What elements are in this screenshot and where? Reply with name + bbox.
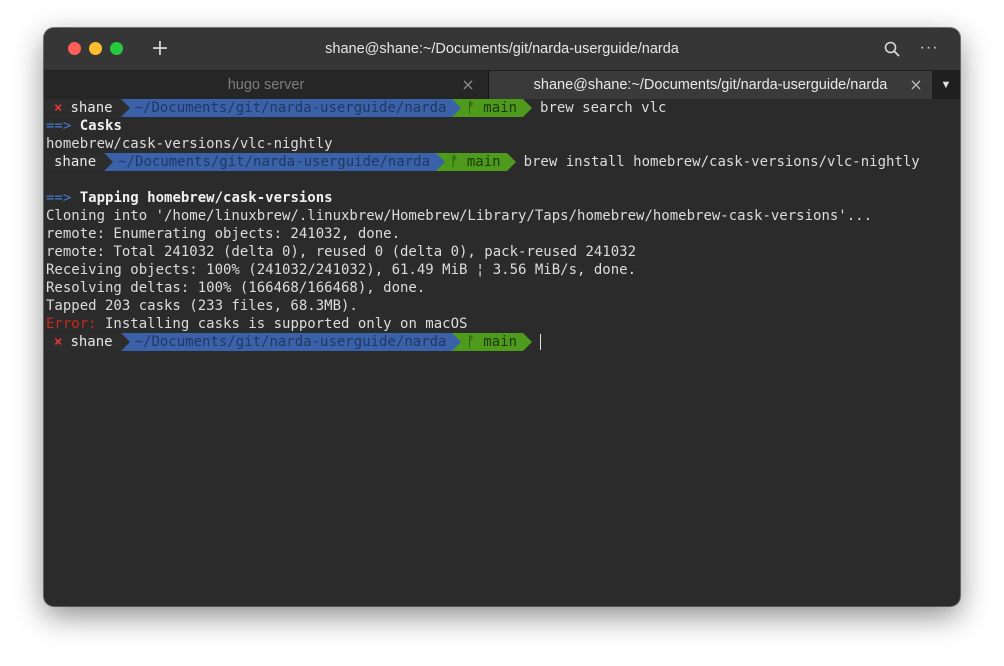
tab-shane-narda[interactable]: shane@shane:~/Documents/git/narda-usergu… <box>489 71 932 99</box>
terminal-window: + shane@shane:~/Documents/git/narda-user… <box>44 28 960 606</box>
search-button[interactable] <box>883 40 901 58</box>
prompt-user: shane <box>70 334 113 350</box>
maximize-window-button[interactable] <box>110 42 123 55</box>
new-tab-button[interactable]: + <box>148 37 172 61</box>
prompt-command: brew search vlc <box>540 100 667 116</box>
tab-hugo-server[interactable]: hugo server × <box>44 71 489 99</box>
prompt-line: shane ~/Documents/git/narda-userguide/na… <box>46 153 958 171</box>
output-line: Resolving deltas: 100% (166468/166468), … <box>46 280 426 296</box>
title-bar: + shane@shane:~/Documents/git/narda-user… <box>44 28 960 71</box>
prompt-user: shane <box>70 100 113 116</box>
error-line: Error: Installing casks is supported onl… <box>46 315 958 333</box>
tab-label: hugo server <box>227 77 305 93</box>
text-cursor <box>540 334 542 350</box>
error-status-icon: × <box>54 100 63 116</box>
close-window-button[interactable] <box>68 42 81 55</box>
minimize-window-button[interactable] <box>89 42 102 55</box>
output-line: remote: Enumerating objects: 241032, don… <box>46 226 401 242</box>
section-heading: Tapping homebrew/cask-versions <box>79 190 333 206</box>
prompt-line: × shane ~/Documents/git/narda-userguide/n… <box>46 333 958 351</box>
menu-button[interactable]: ··· <box>918 38 940 60</box>
prompt-user: shane <box>46 153 105 171</box>
section-arrow: ==> <box>46 190 72 206</box>
prompt-path: ~/Documents/git/narda-userguide/narda <box>120 99 453 117</box>
terminal-output[interactable]: × shane ~/Documents/git/narda-userguide/n… <box>46 99 958 604</box>
tab-close-icon[interactable]: × <box>906 71 926 99</box>
prompt-end-arrow <box>523 333 533 351</box>
section-arrow: ==> <box>46 118 72 134</box>
error-status-icon: × <box>54 334 63 350</box>
error-message: Installing casks is supported only on ma… <box>96 316 468 332</box>
prompt-user-segment: × shane <box>46 333 121 351</box>
search-icon <box>884 41 900 57</box>
prompt-git-branch: ᚠ main <box>452 333 524 351</box>
output-line: Receiving objects: 100% (241032/241032),… <box>46 262 637 278</box>
prompt-git-branch: ᚠ main <box>436 153 507 171</box>
section-heading: Casks <box>79 118 122 134</box>
output-line: remote: Total 241032 (delta 0), reused 0… <box>46 244 637 260</box>
prompt-git-branch: ᚠ main <box>452 99 524 117</box>
output-line: Cloning into '/home/linuxbrew/.linuxbrew… <box>46 208 873 224</box>
prompt-path: ~/Documents/git/narda-userguide/narda <box>120 333 453 351</box>
error-label: Error: <box>46 316 97 332</box>
output-line: ==> Casks <box>46 117 958 135</box>
output-line: homebrew/cask-versions/vlc-nightly <box>46 136 333 152</box>
prompt-end-arrow <box>523 99 533 117</box>
output-line: ==> Tapping homebrew/cask-versions <box>46 189 958 207</box>
prompt-user-segment: × shane <box>46 99 121 117</box>
window-title: shane@shane:~/Documents/git/narda-usergu… <box>325 41 679 57</box>
tab-close-icon[interactable]: × <box>458 71 478 99</box>
prompt-path: ~/Documents/git/narda-userguide/narda <box>104 153 437 171</box>
output-line: Tapped 203 casks (233 files, 68.3MB). <box>46 298 358 314</box>
prompt-command: brew install homebrew/cask-versions/vlc-… <box>523 154 920 170</box>
tab-label: shane@shane:~/Documents/git/narda-usergu… <box>533 77 888 93</box>
prompt-end-arrow <box>506 153 516 171</box>
tab-dropdown-button[interactable]: ▼ <box>932 71 960 99</box>
prompt-line: × shane ~/Documents/git/narda-userguide/n… <box>46 99 958 117</box>
tab-bar: hugo server × shane@shane:~/Documents/gi… <box>44 71 960 99</box>
